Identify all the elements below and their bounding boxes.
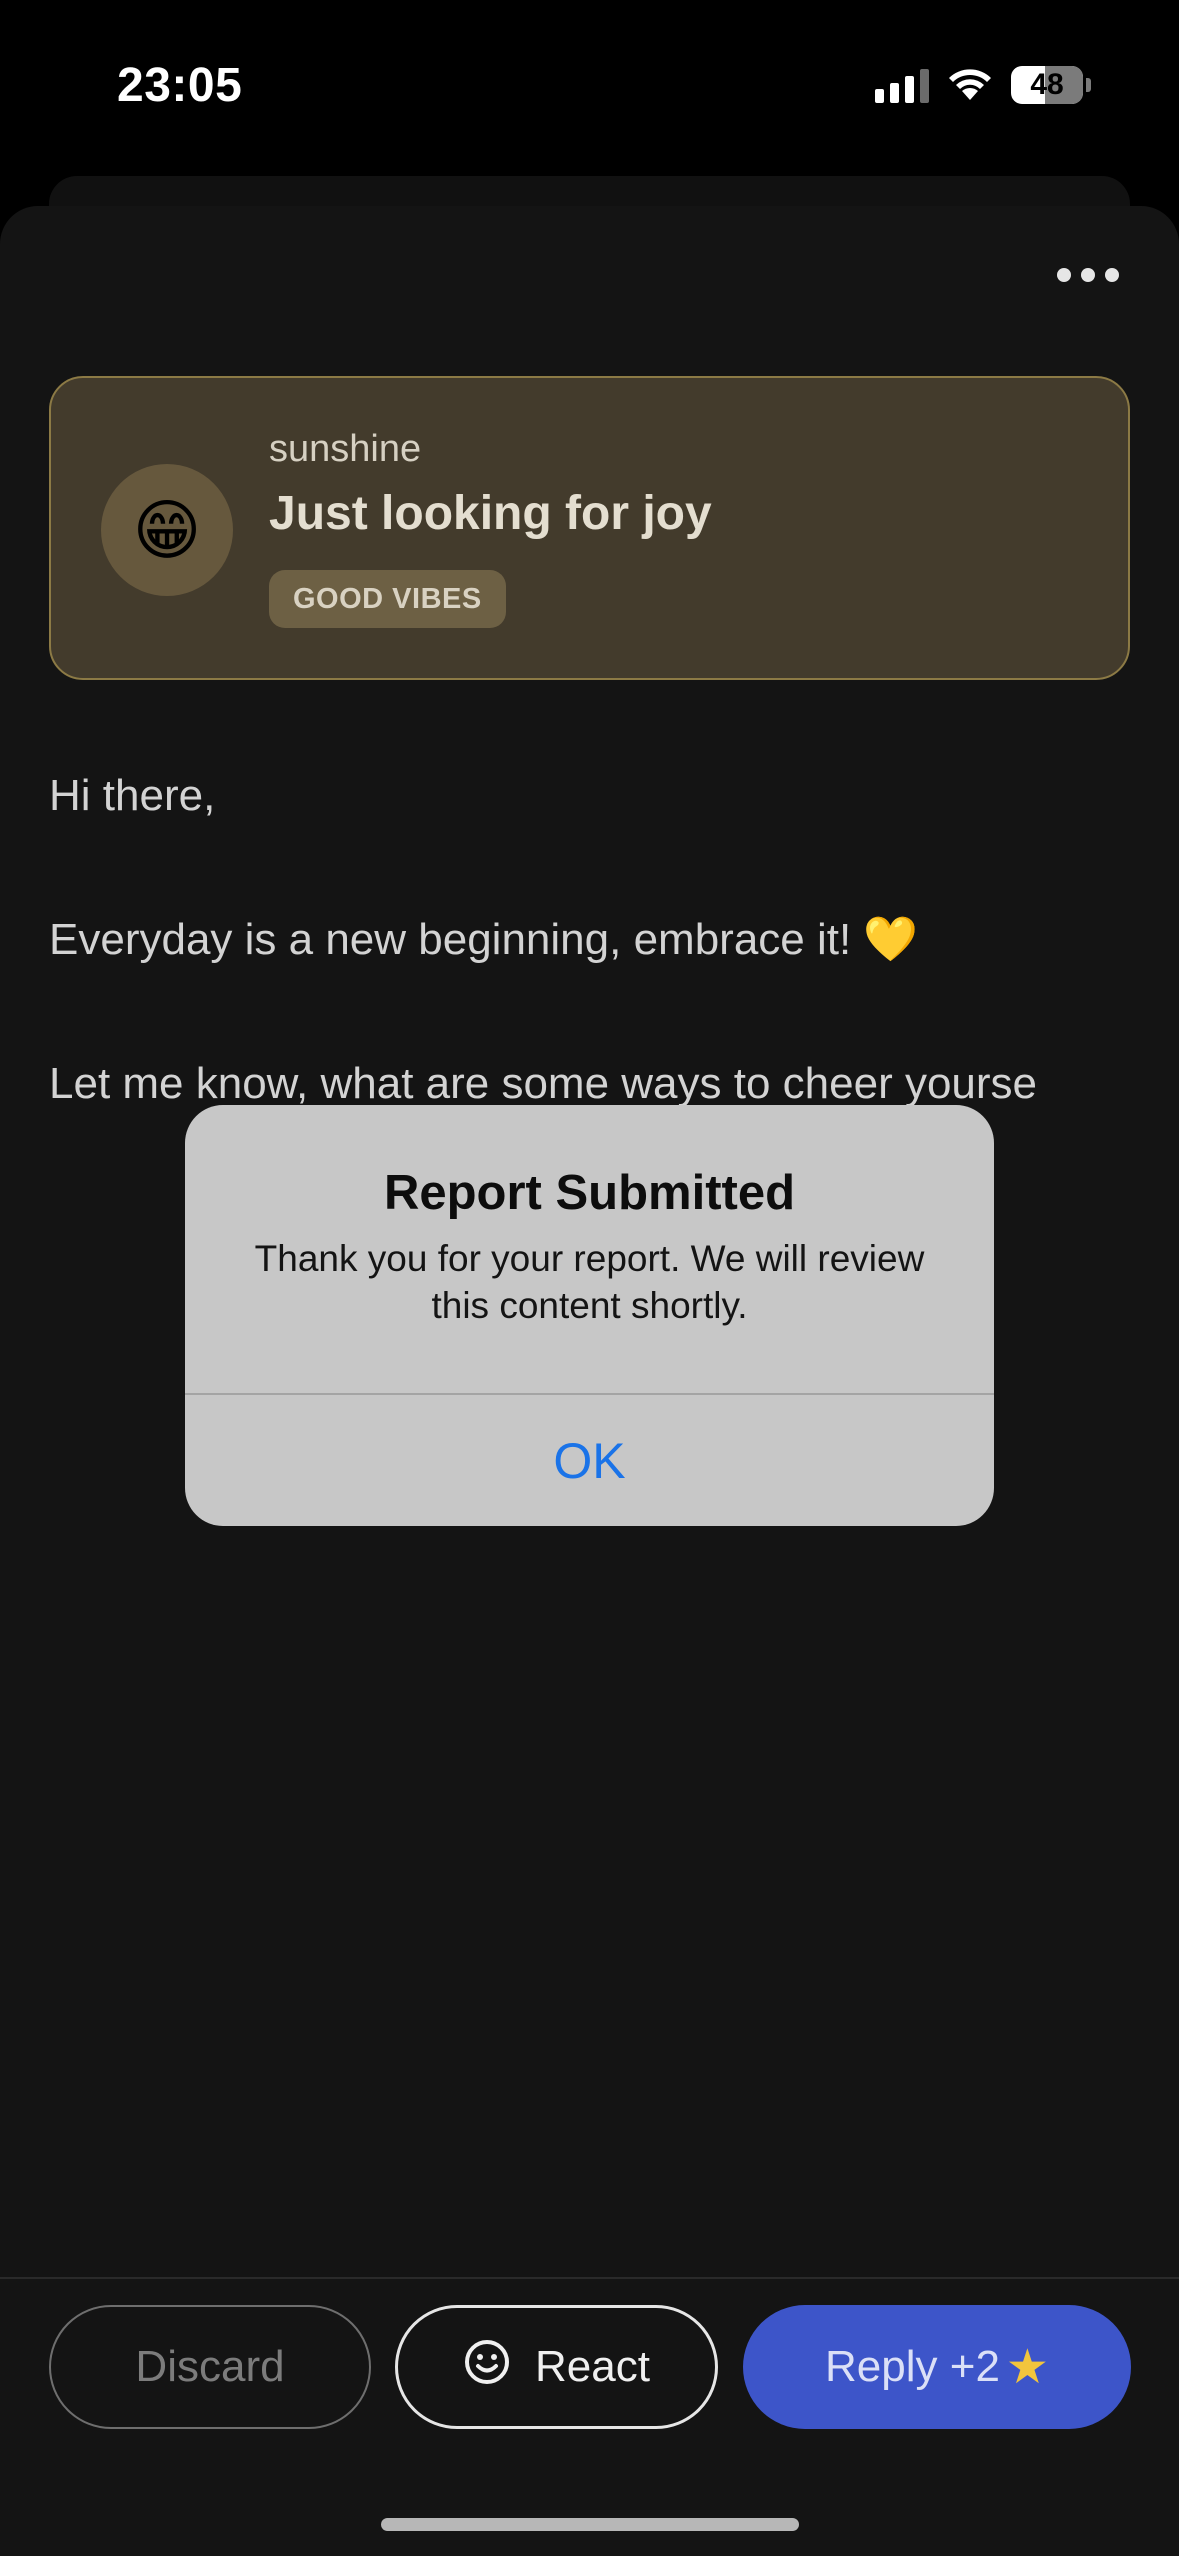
star-icon: ★ <box>1005 2341 1049 2394</box>
bottom-divider <box>0 2277 1179 2279</box>
post-line: Everyday is a new beginning, embrace it!… <box>49 915 919 964</box>
wifi-icon <box>947 68 993 102</box>
report-submitted-alert: Report Submitted Thank you for your repo… <box>185 1105 994 1526</box>
home-indicator[interactable] <box>381 2518 799 2531</box>
more-options-icon[interactable] <box>1057 268 1119 282</box>
app-screen: 23:05 48 😁 sunshine Just looking for joy… <box>0 0 1179 2556</box>
status-icons: 48 <box>875 66 1091 104</box>
react-button[interactable]: React <box>395 2305 718 2429</box>
react-label: React <box>535 2342 650 2391</box>
discard-label: Discard <box>135 2342 285 2391</box>
profile-tagline: Just looking for joy <box>269 487 712 540</box>
battery-level: 48 <box>1030 68 1064 101</box>
reply-label: Reply +2 <box>825 2342 1000 2391</box>
vibe-badge: GOOD VIBES <box>269 570 506 628</box>
smiley-icon <box>463 2338 511 2397</box>
username: sunshine <box>269 428 422 470</box>
profile-card: 😁 sunshine Just looking for joy GOOD VIB… <box>49 376 1130 680</box>
post-greeting: Hi there, <box>49 771 216 820</box>
cellular-signal-icon <box>875 67 929 103</box>
discard-button[interactable]: Discard <box>49 2305 371 2429</box>
avatar: 😁 <box>101 464 233 596</box>
battery-icon: 48 <box>1011 66 1091 104</box>
reply-button[interactable]: Reply +2 ★ <box>743 2305 1131 2429</box>
alert-title: Report Submitted <box>383 1166 796 1220</box>
status-time: 23:05 <box>117 59 243 112</box>
alert-message: Thank you for your report. We will revie… <box>254 1238 925 1326</box>
ok-button[interactable]: OK <box>185 1395 994 1526</box>
